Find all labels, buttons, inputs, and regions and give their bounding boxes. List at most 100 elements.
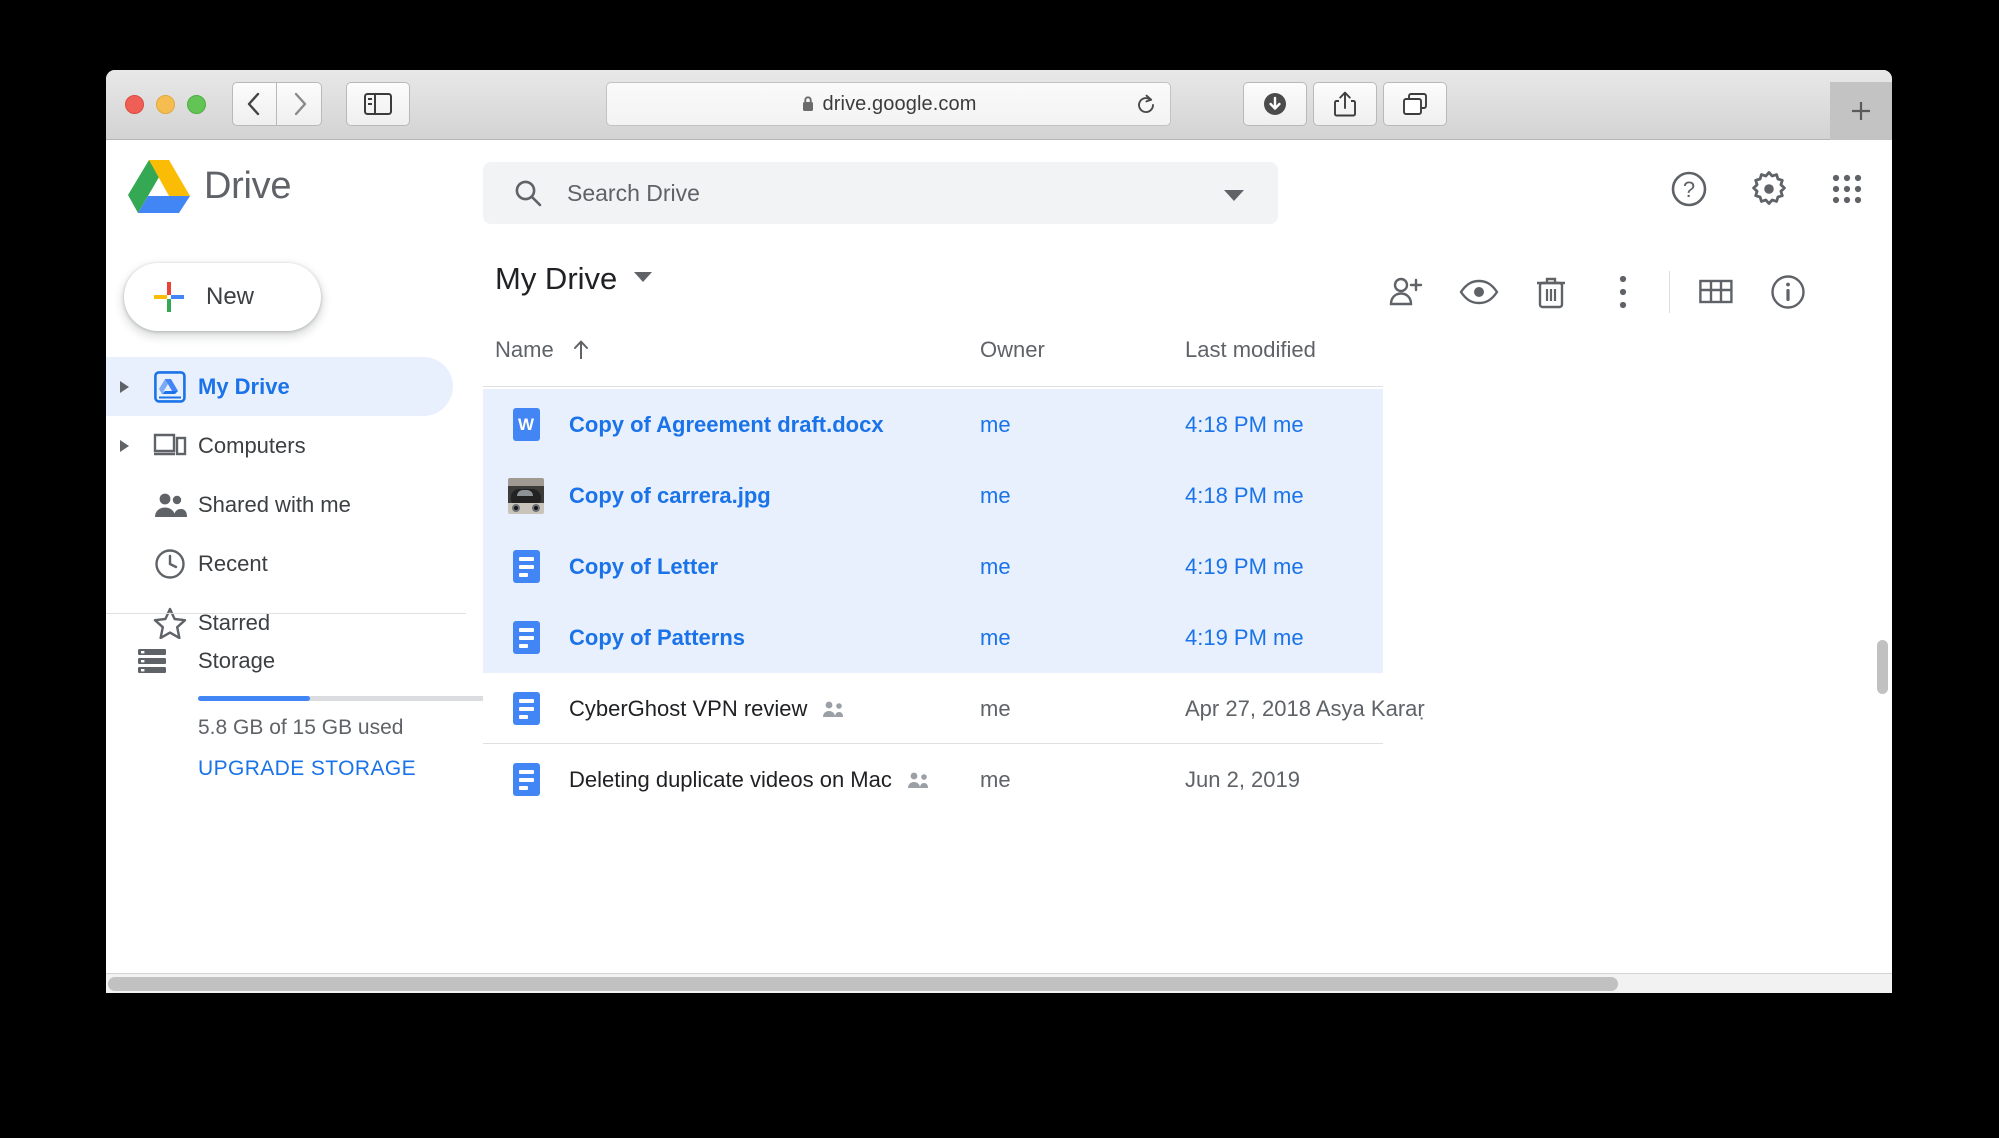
carrera-car-thumbnail: [508, 477, 544, 514]
storage-used-text: 5.8 GB of 15 GB used: [198, 716, 404, 739]
reload-button[interactable]: [1135, 94, 1157, 121]
file-modified: 4:19 PM me: [1185, 624, 1304, 650]
reload-icon: [1138, 94, 1154, 113]
chrome-right-buttons: [1243, 82, 1447, 126]
back-chevron-icon: [247, 92, 260, 116]
downloads-button[interactable]: [1243, 82, 1307, 126]
image-thumbnail: [483, 477, 569, 514]
new-button-label: New: [206, 283, 255, 310]
table-row[interactable]: CyberGhost VPN review me Apr 27, 2018 As…: [483, 673, 1425, 744]
lock-icon: [801, 95, 815, 113]
navigation-buttons: [232, 82, 322, 126]
sidebar-item-label: My Drive: [198, 373, 290, 399]
shared-people-icon: [906, 771, 932, 789]
storage-link[interactable]: Storage: [106, 633, 483, 689]
table-row[interactable]: Copy of carrera.jpg me 4:18 PM me: [483, 460, 1383, 531]
settings-gear-icon[interactable]: [1750, 170, 1788, 213]
tab-overview-icon: [1403, 93, 1427, 115]
toolbar-divider: [1669, 271, 1670, 313]
table-row[interactable]: Deleting duplicate videos on Mac me Jun …: [483, 744, 1383, 815]
sidebar-divider: [106, 613, 466, 614]
header-icon-group: ?: [1670, 170, 1864, 213]
sidebar-item-label: Recent: [198, 550, 268, 576]
svg-text:?: ?: [1683, 177, 1695, 202]
google-apps-grid-icon[interactable]: [1830, 172, 1864, 211]
shared-people-icon: [821, 700, 847, 718]
google-docs-icon: [483, 763, 569, 796]
details-info-icon[interactable]: [1752, 267, 1824, 317]
back-button[interactable]: [232, 82, 277, 126]
breadcrumb-caret-button[interactable]: [633, 270, 653, 288]
file-owner: me: [980, 411, 1011, 437]
browser-chrome: drive.google.com: [106, 70, 1892, 140]
upgrade-storage-link[interactable]: UPGRADE STORAGE: [198, 757, 416, 781]
drive-logo-link[interactable]: Drive: [128, 158, 291, 214]
shared-with-me-icon: [142, 490, 198, 520]
expand-triangle-icon[interactable]: [106, 380, 142, 394]
column-header-last-modified[interactable]: Last modified: [1185, 337, 1316, 363]
file-name: Copy of Letter: [569, 553, 719, 579]
file-modified: Apr 27, 2018 Asya Karaṛ: [1185, 695, 1425, 721]
column-label: Name: [495, 337, 554, 362]
storage-progress-fill: [198, 696, 310, 701]
search-bar[interactable]: Search Drive: [483, 162, 1278, 224]
minimize-window-button[interactable]: [156, 95, 175, 114]
new-tab-button[interactable]: [1830, 82, 1892, 140]
sidebar-item-computers[interactable]: Computers: [106, 416, 453, 475]
grid-view-icon[interactable]: [1680, 267, 1752, 317]
sidebar-toggle-button[interactable]: [346, 82, 410, 126]
more-actions-icon[interactable]: [1587, 267, 1659, 317]
table-row[interactable]: Copy of Patterns me 4:19 PM me: [483, 602, 1383, 673]
chevron-down-icon: [1224, 190, 1244, 201]
file-name: Copy of Agreement draft.docx: [569, 411, 884, 437]
word-file-icon: W: [483, 408, 569, 441]
new-button[interactable]: New: [124, 263, 321, 331]
column-header-owner[interactable]: Owner: [980, 337, 1045, 363]
downloads-icon: [1264, 93, 1286, 115]
google-docs-icon: [483, 621, 569, 654]
table-row[interactable]: Copy of Letter me 4:19 PM me: [483, 531, 1383, 602]
google-docs-icon: [483, 692, 569, 725]
chevron-down-icon: [634, 272, 653, 282]
search-options-button[interactable]: [1223, 188, 1245, 207]
file-modified: 4:18 PM me: [1185, 482, 1304, 508]
close-window-button[interactable]: [125, 95, 144, 114]
file-modified: 4:19 PM me: [1185, 553, 1304, 579]
expand-triangle-icon[interactable]: [106, 439, 142, 453]
file-owner: me: [980, 766, 1011, 792]
tab-overview-button[interactable]: [1383, 82, 1447, 126]
file-rows: W Copy of Agreement draft.docx me 4:18 P…: [483, 389, 1892, 815]
horizontal-scrollbar-thumb[interactable]: [108, 977, 1618, 991]
sidebar-item-label: Computers: [198, 432, 306, 458]
forward-button[interactable]: [277, 82, 322, 126]
arrow-up-icon: [573, 340, 588, 359]
storage-section: Storage 5.8 GB of 15 GB used UPGRADE STO…: [106, 633, 492, 780]
url-text: drive.google.com: [822, 92, 977, 115]
file-name-text: Deleting duplicate videos on Mac: [569, 766, 892, 792]
file-owner: me: [980, 553, 1011, 579]
column-header-name[interactable]: Name: [495, 337, 590, 363]
add-person-icon[interactable]: [1371, 267, 1443, 317]
sidebar-item-recent[interactable]: Recent: [106, 534, 453, 593]
header-rule: [483, 386, 1383, 387]
horizontal-scrollbar[interactable]: [106, 973, 1892, 993]
file-name-text: CyberGhost VPN review: [569, 695, 808, 721]
vertical-scrollbar-thumb[interactable]: [1877, 640, 1888, 694]
storage-icon: [106, 646, 198, 676]
preview-eye-icon[interactable]: [1443, 267, 1515, 317]
drive-body: New My Drive Computers Shared with me Re…: [106, 245, 1892, 993]
help-icon[interactable]: ?: [1670, 170, 1708, 213]
trash-icon[interactable]: [1515, 267, 1587, 317]
sidebar-item-label: Shared with me: [198, 491, 351, 517]
plus-icon: [154, 282, 184, 312]
table-row[interactable]: W Copy of Agreement draft.docx me 4:18 P…: [483, 389, 1383, 460]
share-button[interactable]: [1313, 82, 1377, 126]
sidebar-item-shared-with-me[interactable]: Shared with me: [106, 475, 453, 534]
forward-chevron-icon: [294, 92, 306, 116]
url-bar[interactable]: drive.google.com: [606, 82, 1171, 126]
file-name: Copy of carrera.jpg: [569, 482, 771, 508]
breadcrumb[interactable]: My Drive: [495, 261, 653, 297]
sidebar-item-my-drive[interactable]: My Drive: [106, 357, 453, 416]
maximize-window-button[interactable]: [187, 95, 206, 114]
search-placeholder: Search Drive: [567, 179, 700, 206]
